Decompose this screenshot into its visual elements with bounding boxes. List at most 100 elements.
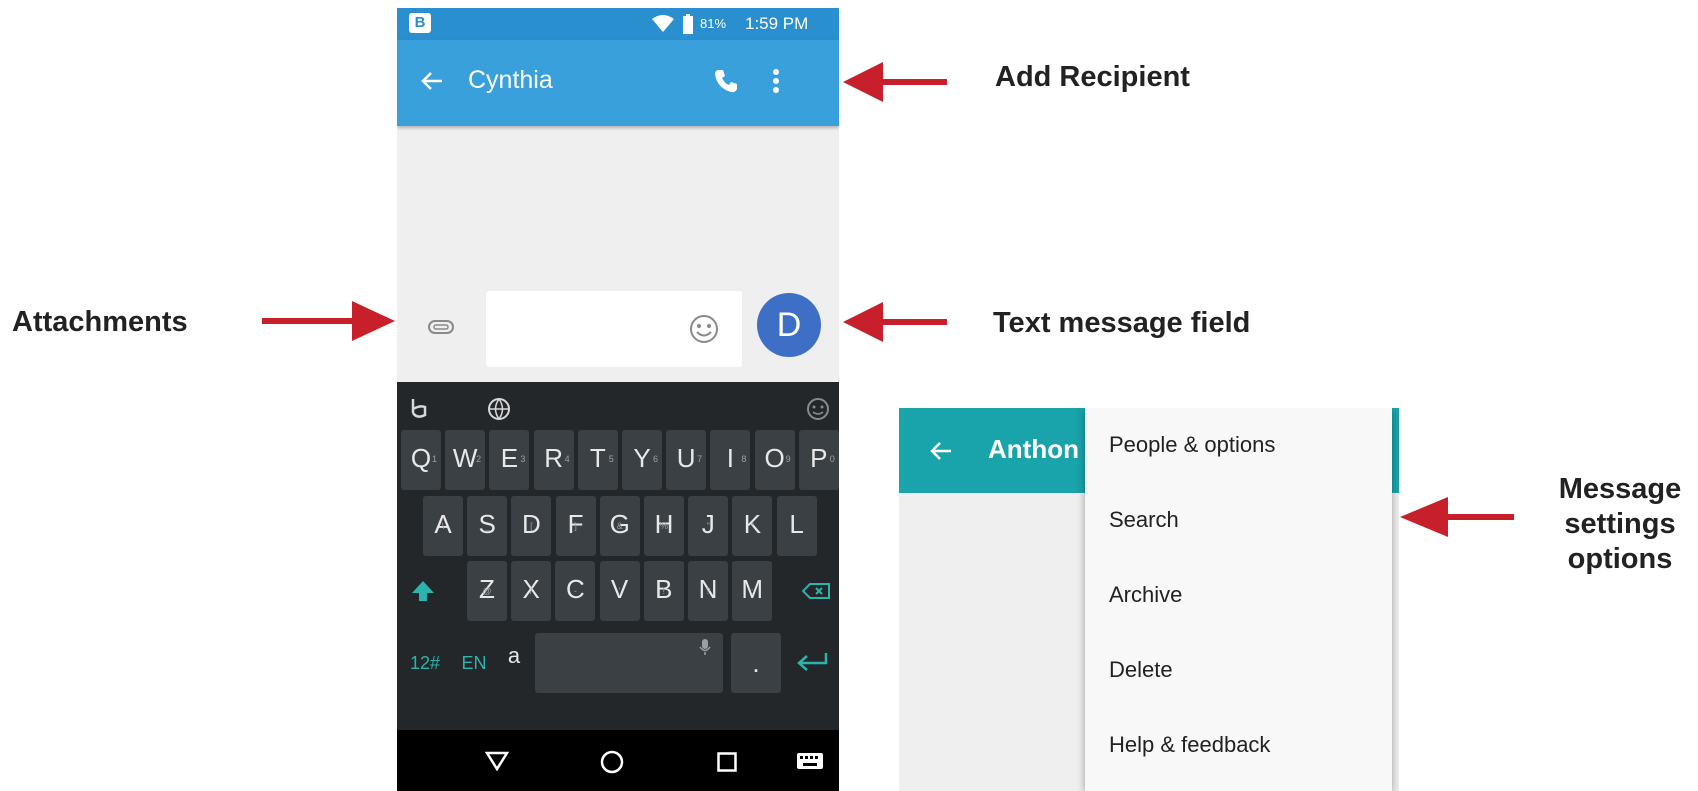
key-l[interactable]: L [776, 496, 817, 556]
shift-key[interactable] [403, 561, 441, 621]
menu-item-people-options[interactable]: People & options [1109, 432, 1275, 458]
text-message-field[interactable] [486, 291, 742, 367]
emoji-icon[interactable] [806, 397, 830, 421]
key-label: W [452, 443, 478, 473]
period-key[interactable]: . [731, 633, 781, 693]
key-h[interactable]: H% [644, 496, 684, 556]
sender-avatar[interactable]: D [757, 293, 821, 357]
arrow-left-icon[interactable] [930, 440, 952, 462]
key-secondary: \ [441, 521, 445, 531]
backspace-key[interactable] [794, 561, 836, 621]
overflow-menu: People & options Search Archive Delete H… [1085, 408, 1392, 791]
menu-screenshot: Anthon People & options Search Archive D… [899, 408, 1399, 791]
menu-item-archive[interactable]: Archive [1109, 582, 1182, 608]
key-v[interactable]: V ' [599, 561, 640, 621]
key-hint: 2 [476, 454, 482, 464]
key-hint: 5 [608, 454, 614, 464]
key-hint: 7 [697, 454, 703, 464]
navigation-bar [397, 730, 839, 791]
accent-key-label: a [507, 643, 521, 668]
key-d[interactable]: D[ [511, 496, 552, 556]
more-vert-icon[interactable] [772, 68, 780, 94]
shift-arrow-icon [412, 581, 434, 601]
globe-icon[interactable] [487, 397, 511, 421]
arrow-add-recipient [843, 62, 947, 102]
key-hint: 4 [564, 454, 570, 464]
key-label: Q [410, 443, 432, 473]
menu-item-delete[interactable]: Delete [1109, 657, 1173, 683]
key-label: T [589, 443, 606, 473]
key-m[interactable]: M: [732, 561, 773, 621]
key-secondary: * [750, 521, 755, 531]
arrow-left-icon[interactable] [421, 70, 443, 92]
key-label: I [726, 443, 734, 473]
key-p[interactable]: P0 [798, 430, 839, 490]
key-f[interactable]: F] [555, 496, 596, 556]
callout-message-settings-line2: settings [1564, 508, 1676, 540]
key-q[interactable]: Q1 [401, 430, 441, 490]
language-key-label: EN [461, 653, 487, 673]
phone-screenshot: B 81% 1:59 PM Cynthia D Q1W2E3R4T5Y6U7I8… [397, 8, 839, 791]
key-c[interactable]: C- [555, 561, 596, 621]
key-y[interactable]: Y6 [622, 430, 662, 490]
key-label: P [810, 443, 828, 473]
back-triangle-icon[interactable] [485, 751, 509, 771]
paperclip-icon[interactable] [428, 320, 454, 334]
key-w[interactable]: W2 [445, 430, 486, 490]
key-x[interactable]: X / [511, 561, 552, 621]
accent-key[interactable]: a [501, 633, 527, 693]
key-g[interactable]: G & [599, 496, 640, 556]
menu-item-help-feedback[interactable]: Help & feedback [1109, 732, 1270, 758]
backspace-icon [802, 583, 830, 599]
key-label: O [764, 443, 785, 473]
key-o[interactable]: O9 [754, 430, 795, 490]
key-hint: 0 [829, 454, 835, 464]
key-secondary: ] [574, 521, 577, 531]
home-circle-icon[interactable] [600, 750, 624, 774]
key-n[interactable]: N? [688, 561, 728, 621]
key-secondary: ? [705, 586, 711, 596]
swype-icon[interactable] [405, 397, 431, 421]
key-hint: 1 [431, 454, 437, 464]
key-a[interactable]: A \ [423, 496, 463, 556]
callout-message-settings: Message settings options [1545, 472, 1695, 577]
key-secondary: / [529, 586, 533, 596]
key-t[interactable]: T5 [577, 430, 618, 490]
status-time: 1:59 PM [745, 14, 809, 33]
key-z[interactable]: Z @ [467, 561, 507, 621]
key-secondary: _ [484, 521, 490, 531]
recents-square-icon[interactable] [717, 752, 737, 772]
key-label: U [676, 443, 696, 473]
smiley-icon[interactable] [689, 314, 719, 344]
phone-icon[interactable] [713, 68, 739, 94]
key-u[interactable]: U7 [666, 430, 707, 490]
callout-message-settings-line3: options [1567, 543, 1673, 575]
conversation-title: Cynthia [468, 66, 553, 94]
key-k[interactable]: K * [732, 496, 773, 556]
key-b[interactable]: B! [643, 561, 684, 621]
battery-icon [683, 14, 693, 34]
key-s[interactable]: S _ [467, 496, 508, 556]
battery-level: 81% [700, 16, 727, 31]
symbols-key-label: 12# [409, 653, 441, 673]
key-i[interactable]: I8 [710, 430, 751, 490]
key-r[interactable]: R4 [533, 430, 574, 490]
language-key[interactable]: EN [453, 633, 495, 693]
key-j[interactable]: J " [688, 496, 729, 556]
key-hint: 6 [652, 454, 658, 464]
wifi-icon [652, 15, 674, 32]
menu-item-search[interactable]: Search [1109, 507, 1179, 533]
arrow-attachments [262, 301, 395, 341]
microphone-icon [699, 639, 711, 655]
key-label: E [500, 443, 519, 473]
space-key[interactable] [535, 633, 723, 693]
symbols-key[interactable]: 12# [403, 633, 447, 693]
status-bar: B 81% 1:59 PM [397, 8, 839, 40]
key-label: Y [633, 443, 651, 473]
enter-key[interactable] [787, 633, 836, 693]
keyboard-icon[interactable] [797, 753, 823, 769]
key-secondary: - [573, 586, 577, 596]
conversation-title: Anthon [988, 434, 1079, 464]
key-hint: 9 [785, 454, 791, 464]
key-e[interactable]: E3 [489, 430, 530, 490]
